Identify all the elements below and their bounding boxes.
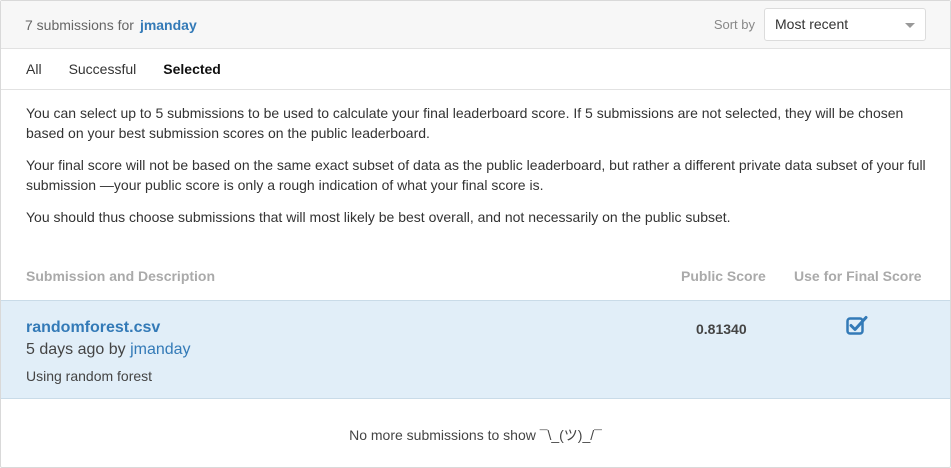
submission-count: 7 submissions for: [25, 16, 134, 33]
submission-meta: 5 days ago by jmanday: [26, 341, 191, 359]
public-score-value: 0.81340: [696, 321, 747, 337]
chevron-down-icon: [905, 23, 915, 28]
no-more-submissions: No more submissions to show ¯\_(ツ)_/¯: [349, 427, 602, 443]
header-username-link[interactable]: jmanday: [140, 17, 197, 33]
submission-row: randomforest.csv 5 days ago by jmanday U…: [1, 300, 950, 399]
info-paragraph: Your final score will not be based on th…: [26, 157, 926, 193]
table-header: Submission and Description Public Score …: [1, 268, 950, 300]
filter-tabs: All Successful Selected: [1, 49, 950, 90]
submission-user-link[interactable]: jmanday: [130, 341, 190, 358]
submissions-panel: 7 submissions for jmanday Sort by Most r…: [0, 0, 951, 468]
submission-filename-link[interactable]: randomforest.csv: [26, 319, 160, 337]
column-header-description: Submission and Description: [26, 268, 216, 284]
submissions-header: 7 submissions for jmanday Sort by Most r…: [1, 1, 950, 49]
tab-successful[interactable]: Successful: [69, 61, 137, 77]
column-header-final-score: Use for Final Score: [794, 268, 922, 284]
submission-description: Using random forest: [26, 368, 153, 384]
info-paragraph: You can select up to 5 submissions to be…: [26, 105, 904, 141]
column-header-public-score: Public Score: [681, 268, 766, 284]
tab-selected[interactable]: Selected: [163, 61, 221, 77]
sort-dropdown[interactable]: Most recent: [764, 8, 926, 41]
selection-info: You can select up to 5 submissions to be…: [1, 90, 950, 227]
sort-selected-value: Most recent: [775, 16, 849, 32]
sort-label: Sort by: [713, 17, 755, 32]
submission-time: 5 days ago by: [26, 341, 126, 358]
info-paragraph: You should thus choose submissions that …: [26, 209, 731, 225]
checked-checkbox-icon: [846, 316, 868, 335]
use-for-final-score-checkbox[interactable]: [846, 315, 868, 337]
tab-all[interactable]: All: [26, 61, 42, 77]
